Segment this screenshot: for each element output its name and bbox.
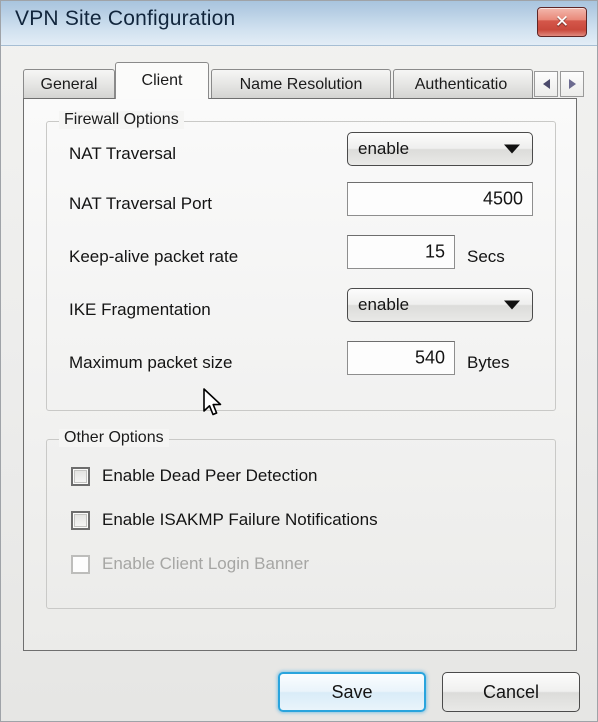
- tab-general[interactable]: General: [23, 69, 115, 99]
- checkbox-row-dead-peer-detection[interactable]: Enable Dead Peer Detection: [71, 466, 317, 486]
- chevron-right-icon: [568, 79, 576, 89]
- tab-name-resolution-label: Name Resolution: [239, 75, 363, 93]
- checkbox-isakmp-failure-notifications[interactable]: [71, 510, 90, 530]
- chevron-down-icon: [504, 144, 520, 154]
- tab-authentication[interactable]: Authenticatio: [393, 69, 533, 99]
- tab-general-label: General: [40, 75, 98, 93]
- other-options-group: Other Options Enable Dead Peer Detection…: [46, 429, 556, 609]
- firewall-options-title: Firewall Options: [59, 111, 184, 129]
- checkbox-isakmp-failure-notifications-label: Enable ISAKMP Failure Notifications: [102, 510, 378, 529]
- keepalive-value: 15: [424, 241, 445, 262]
- tab-client[interactable]: Client: [115, 62, 209, 99]
- max-packet-size-value: 540: [414, 347, 445, 368]
- close-icon: ✕: [554, 11, 570, 32]
- tab-scroll-next-button[interactable]: [560, 71, 584, 97]
- nat-traversal-value: enable: [358, 139, 410, 158]
- checkbox-row-isakmp-failure-notifications[interactable]: Enable ISAKMP Failure Notifications: [71, 510, 378, 530]
- keepalive-label: Keep-alive packet rate: [69, 247, 239, 266]
- checkbox-row-client-login-banner: Enable Client Login Banner: [71, 554, 309, 574]
- client-tab-panel: Firewall Options NAT Traversal enable NA…: [23, 98, 577, 651]
- vpn-site-configuration-dialog: VPN Site Configuration ✕ General Client …: [0, 0, 598, 722]
- chevron-left-icon: [542, 79, 550, 89]
- save-button-label: Save: [331, 681, 373, 702]
- cancel-button[interactable]: Cancel: [442, 672, 580, 712]
- firewall-options-group: Firewall Options NAT Traversal enable NA…: [46, 111, 556, 411]
- title-bar: VPN Site Configuration ✕: [1, 1, 597, 46]
- ike-fragmentation-label: IKE Fragmentation: [69, 300, 211, 319]
- checkbox-dead-peer-detection[interactable]: [71, 466, 90, 486]
- tab-scroll-prev-button[interactable]: [534, 71, 558, 97]
- nat-traversal-port-input[interactable]: 4500: [347, 182, 533, 216]
- tab-strip: General Client Name Resolution Authentic…: [23, 62, 584, 99]
- checkbox-client-login-banner: [71, 554, 90, 574]
- ike-fragmentation-dropdown[interactable]: enable: [347, 288, 533, 322]
- save-button[interactable]: Save: [278, 672, 426, 712]
- checkbox-dead-peer-detection-label: Enable Dead Peer Detection: [102, 466, 318, 485]
- tab-name-resolution[interactable]: Name Resolution: [211, 69, 391, 99]
- nat-traversal-port-label: NAT Traversal Port: [69, 194, 212, 213]
- other-options-title: Other Options: [59, 429, 169, 447]
- tab-authentication-label: Authenticatio: [414, 75, 508, 93]
- max-packet-size-label: Maximum packet size: [69, 353, 233, 372]
- keepalive-input[interactable]: 15: [347, 235, 455, 269]
- chevron-down-icon: [504, 300, 520, 310]
- max-packet-size-unit: Bytes: [467, 353, 510, 372]
- keepalive-unit: Secs: [467, 247, 505, 266]
- max-packet-size-input[interactable]: 540: [347, 341, 455, 375]
- nat-traversal-label: NAT Traversal: [69, 144, 177, 163]
- close-button[interactable]: ✕: [537, 7, 587, 37]
- cancel-button-label: Cancel: [482, 681, 540, 702]
- nat-traversal-port-value: 4500: [482, 188, 523, 209]
- ike-fragmentation-value: enable: [358, 295, 410, 314]
- checkbox-client-login-banner-label: Enable Client Login Banner: [102, 554, 309, 573]
- nat-traversal-dropdown[interactable]: enable: [347, 132, 533, 166]
- window-title: VPN Site Configuration: [15, 7, 236, 30]
- tab-client-label: Client: [141, 72, 183, 89]
